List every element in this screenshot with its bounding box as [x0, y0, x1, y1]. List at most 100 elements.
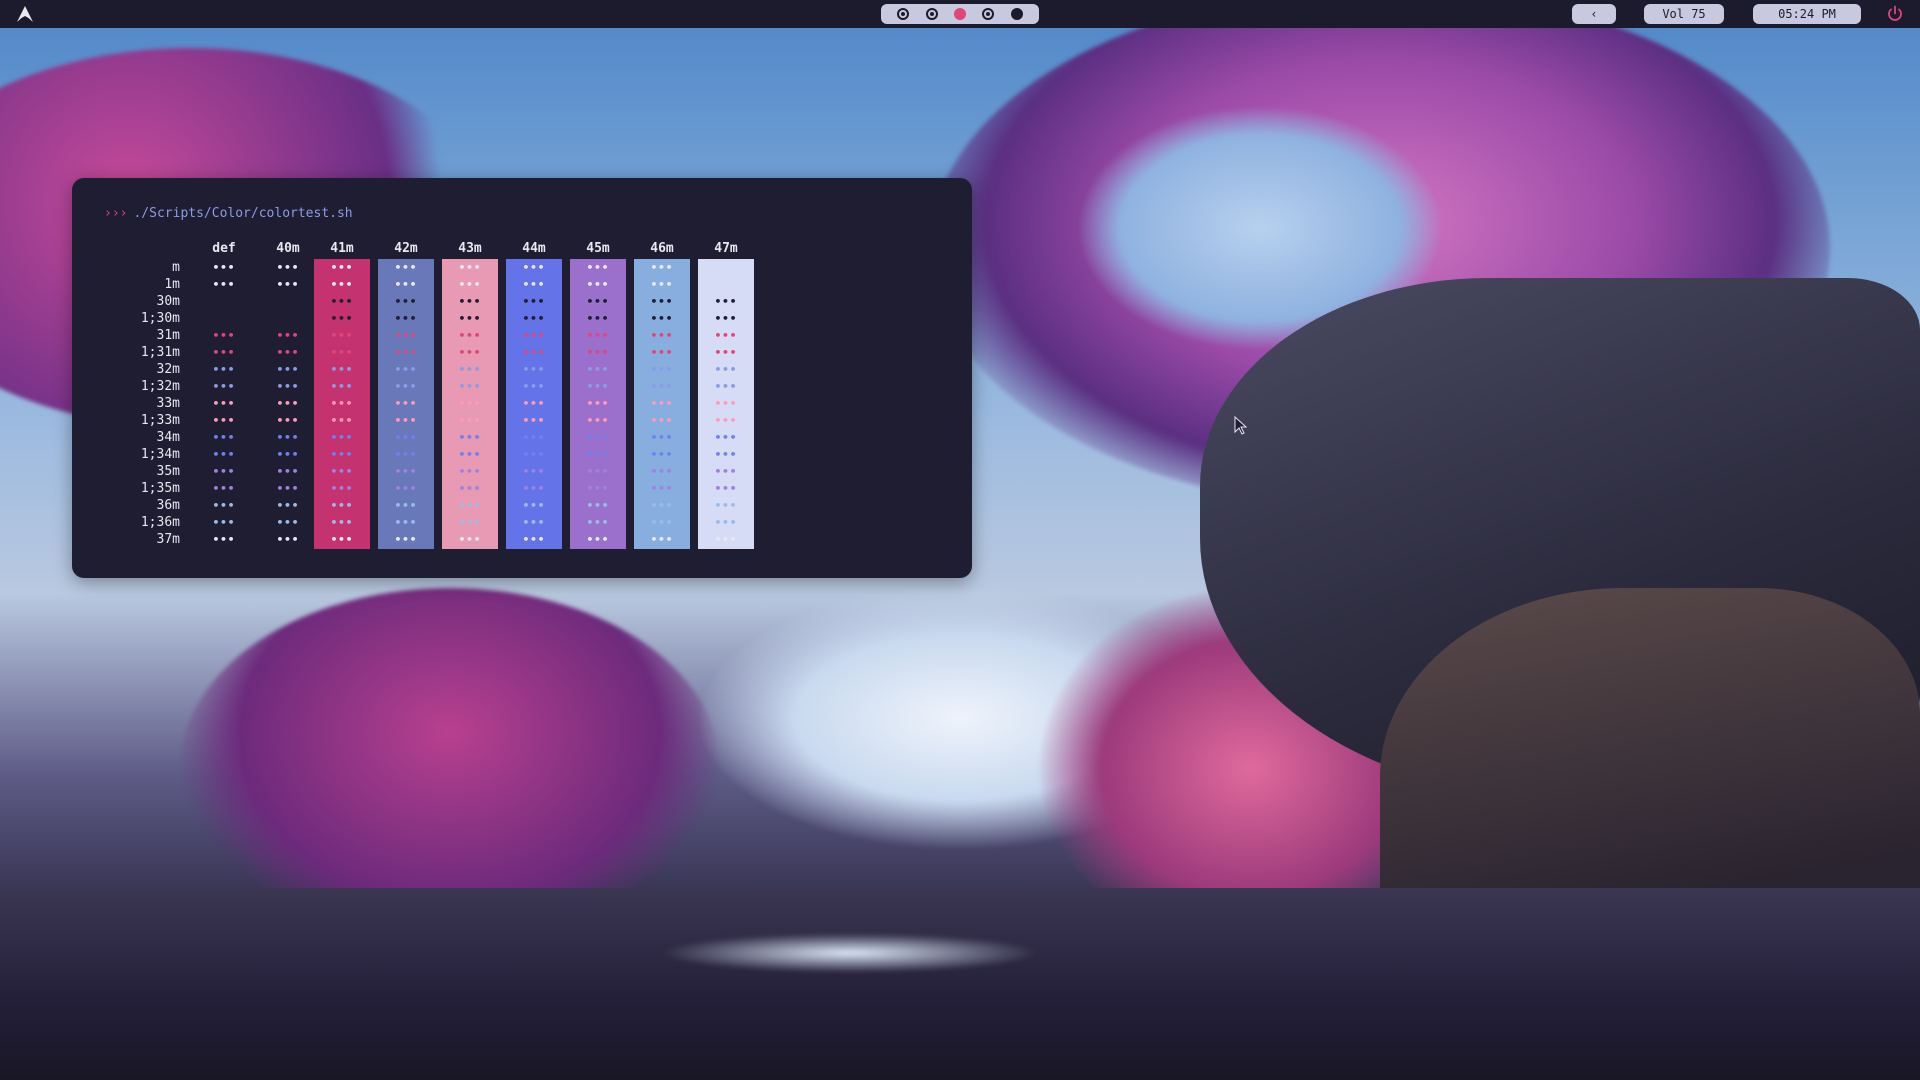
color-cell: ••• [394, 533, 418, 546]
color-cell: ••• [330, 278, 354, 291]
color-cell: ••• [394, 295, 418, 308]
terminal-window[interactable]: ››› ./Scripts/Color/colortest.sh def 40m 41… [72, 178, 972, 578]
color-cell: ••• [714, 431, 738, 444]
color-cell: ••• [586, 499, 610, 512]
workspace-2-icon[interactable] [925, 8, 938, 20]
color-cell: ••• [458, 431, 482, 444]
column-header: 47m [714, 241, 738, 256]
color-cell: ••• [698, 276, 754, 293]
color-cell: ••• [212, 431, 236, 444]
color-cell: ••• [522, 499, 546, 512]
color-cell: ••• [714, 465, 738, 478]
color-cell: ••• [650, 499, 674, 512]
color-cell: ••• [714, 448, 738, 461]
color-cell: ••• [394, 431, 418, 444]
color-cell: ••• [522, 261, 546, 274]
color-cell: ••• [212, 329, 236, 342]
back-button[interactable]: ‹ [1572, 4, 1616, 24]
color-cell: ••• [714, 380, 738, 393]
workspace-3-icon[interactable] [953, 8, 966, 20]
color-cell: ••• [330, 482, 354, 495]
color-cell: ••• [522, 431, 546, 444]
power-icon[interactable] [1886, 5, 1904, 23]
color-cell: ••• [458, 499, 482, 512]
mouse-cursor-icon [1234, 416, 1248, 435]
color-cell: ••• [394, 482, 418, 495]
color-cell: ••• [650, 465, 674, 478]
column-header: 42m [394, 241, 418, 256]
color-cell: ••• [458, 516, 482, 529]
color-cell: ••• [394, 499, 418, 512]
workspace-switcher [881, 4, 1039, 24]
top-bar: ‹ Vol 75 05:24 PM [0, 0, 1920, 28]
color-cell: ••• [650, 295, 674, 308]
color-cell: ••• [458, 278, 482, 291]
color-cell: ••• [522, 414, 546, 427]
color-cell: ••• [394, 414, 418, 427]
color-cell: ••• [458, 414, 482, 427]
color-cell: ••• [458, 397, 482, 410]
column-header: 41m [330, 241, 354, 256]
row-label: 32m [156, 362, 180, 377]
color-cell: ••• [394, 397, 418, 410]
color-cell: ••• [650, 278, 674, 291]
column-header: 45m [586, 241, 610, 256]
clock: 05:24 PM [1753, 4, 1861, 24]
color-cell: ••• [212, 414, 236, 427]
row-label: 1;34m [140, 447, 180, 462]
color-cell: ••• [330, 414, 354, 427]
color-cell: ••• [212, 363, 236, 376]
color-cell: ••• [260, 293, 316, 310]
row-label: 35m [156, 464, 180, 479]
color-cell: ••• [650, 397, 674, 410]
workspace-4-icon[interactable] [982, 8, 995, 20]
color-cell: ••• [522, 465, 546, 478]
color-cell: ••• [586, 533, 610, 546]
color-cell: ••• [212, 482, 236, 495]
color-cell: ••• [276, 516, 300, 529]
color-cell: ••• [458, 465, 482, 478]
row-label: 1;33m [140, 413, 180, 428]
color-cell: ••• [394, 329, 418, 342]
color-cell: ••• [586, 346, 610, 359]
color-cell: ••• [212, 397, 236, 410]
color-cell: ••• [522, 448, 546, 461]
color-cell: ••• [394, 312, 418, 325]
volume-indicator[interactable]: Vol 75 [1644, 4, 1724, 24]
workspace-5-icon[interactable] [1010, 8, 1023, 20]
color-cell: ••• [698, 259, 754, 276]
color-cell: ••• [330, 448, 354, 461]
color-cell: ••• [276, 278, 300, 291]
color-cell: ••• [586, 380, 610, 393]
row-label: 33m [156, 396, 180, 411]
color-cell: ••• [650, 533, 674, 546]
color-cell: ••• [212, 516, 236, 529]
color-cell: ••• [586, 363, 610, 376]
row-label: 34m [156, 430, 180, 445]
color-cell: ••• [714, 295, 738, 308]
color-cell: ••• [394, 516, 418, 529]
color-cell: ••• [586, 397, 610, 410]
column-header: def [212, 241, 236, 256]
color-cell: ••• [330, 397, 354, 410]
color-cell: ••• [394, 465, 418, 478]
color-cell: ••• [330, 533, 354, 546]
column-header: 46m [650, 241, 674, 256]
arch-logo-icon[interactable] [16, 5, 34, 23]
color-cell: ••• [276, 482, 300, 495]
color-cell: ••• [330, 465, 354, 478]
color-cell: ••• [586, 482, 610, 495]
color-cell: ••• [458, 380, 482, 393]
color-cell: ••• [212, 448, 236, 461]
color-cell: ••• [212, 380, 236, 393]
color-cell: ••• [714, 499, 738, 512]
row-label: 36m [156, 498, 180, 513]
color-cell: ••• [196, 293, 252, 310]
color-cell: ••• [330, 431, 354, 444]
color-cell: ••• [394, 380, 418, 393]
workspace-1-icon[interactable] [897, 8, 910, 20]
color-cell: ••• [458, 363, 482, 376]
color-cell: ••• [650, 346, 674, 359]
color-cell: ••• [212, 499, 236, 512]
color-cell: ••• [276, 448, 300, 461]
